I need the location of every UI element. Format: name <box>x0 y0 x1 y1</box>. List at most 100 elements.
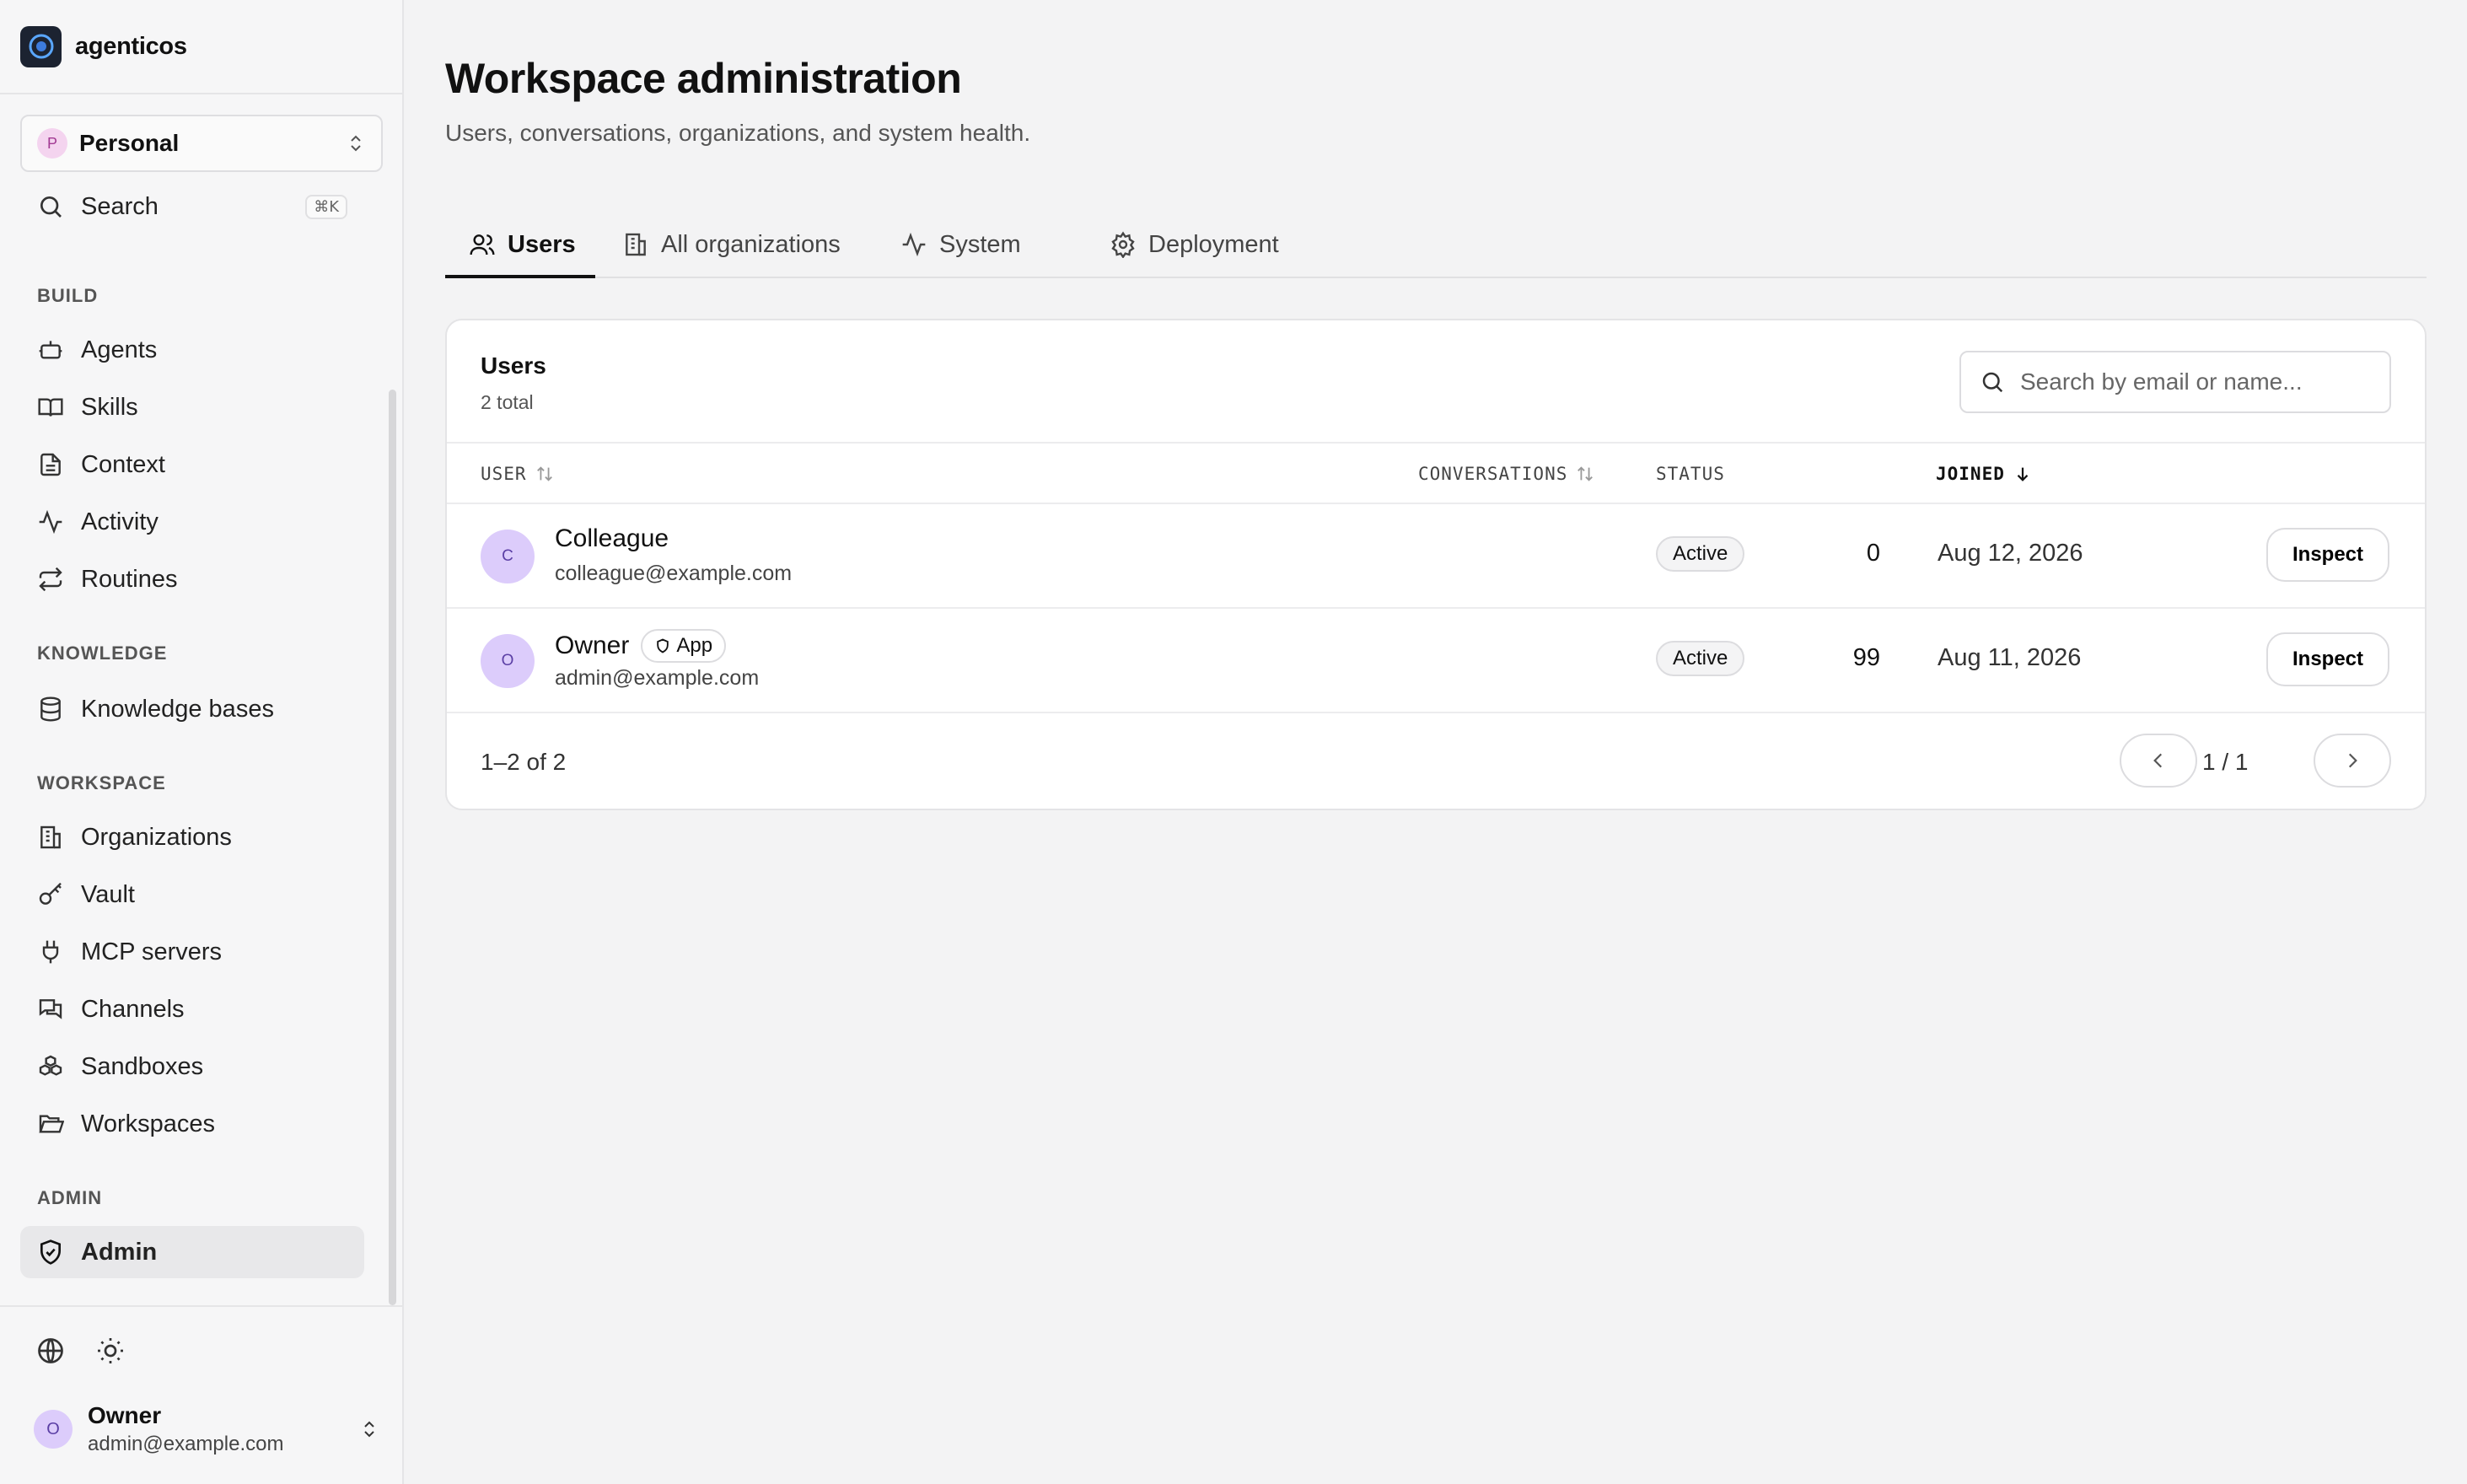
page-indicator: 1 / 1 <box>2202 749 2249 775</box>
joined-date: Aug 12, 2026 <box>1938 540 2083 567</box>
sidebar-item-admin[interactable]: Admin <box>20 1226 364 1278</box>
arrow-down-icon <box>2017 467 2029 481</box>
column-label: USER <box>481 464 527 484</box>
sidebar-item-label: Channels <box>81 995 185 1023</box>
sidebar-item-vault[interactable]: Vault <box>20 868 364 921</box>
tab-label: System <box>939 230 1021 258</box>
previous-page-button[interactable] <box>2120 734 2197 788</box>
user-name-text: Owner <box>555 632 630 659</box>
theme-toggle-button[interactable] <box>95 1336 126 1366</box>
tab-label: All organizations <box>661 230 841 258</box>
sidebar-scrollbar[interactable] <box>389 390 396 1305</box>
column-status: STATUS <box>1656 444 1725 504</box>
shield-icon <box>657 638 669 653</box>
divider <box>0 1305 402 1307</box>
inspect-button[interactable]: Inspect <box>2266 528 2389 582</box>
sidebar-item-sandboxes[interactable]: Sandboxes <box>20 1040 364 1093</box>
column-conversations[interactable]: CONVERSATIONS <box>1418 444 1594 504</box>
sidebar-item-skills[interactable]: Skills <box>20 381 364 433</box>
globe-icon <box>38 1338 63 1363</box>
section-admin: ADMIN <box>37 1187 103 1208</box>
sun-icon <box>98 1338 123 1363</box>
sidebar-item-routines[interactable]: Routines <box>20 553 364 605</box>
building-icon <box>626 233 646 256</box>
app-name: agenticos <box>75 32 187 60</box>
tab-users[interactable]: Users <box>469 211 576 278</box>
sidebar-item-label: Admin <box>81 1238 158 1266</box>
workspace-name: Personal <box>79 130 180 156</box>
tab-system[interactable]: System <box>900 211 1021 278</box>
app-badge: App <box>641 629 727 663</box>
column-user[interactable]: USER <box>481 444 554 504</box>
user-name: Colleague <box>555 524 669 553</box>
status-badge: Active <box>1656 536 1745 572</box>
sidebar: agenticos P Personal Search ⌘K BUILD Age… <box>0 0 404 1484</box>
chevron-left-icon <box>2153 753 2163 768</box>
users-icon <box>470 234 495 255</box>
user-name-text: Colleague <box>555 524 669 552</box>
chevron-right-icon <box>2348 753 2357 768</box>
sidebar-item-label: MCP servers <box>81 938 223 965</box>
pagination-range: 1–2 of 2 <box>481 749 567 775</box>
user-email: admin@example.com <box>555 666 760 690</box>
search-icon <box>1982 372 2003 393</box>
user-menu[interactable]: O Owner admin@example.com <box>34 1400 379 1459</box>
app-logo-icon <box>20 25 62 67</box>
next-page-button[interactable] <box>2314 734 2391 788</box>
inspect-button[interactable]: Inspect <box>2266 632 2389 686</box>
sidebar-item-activity[interactable]: Activity <box>20 496 364 548</box>
search-button[interactable]: Search ⌘K <box>20 180 364 233</box>
sidebar-item-knowledge-bases[interactable]: Knowledge bases <box>20 683 364 735</box>
bot-icon <box>39 341 62 359</box>
messages-icon <box>39 999 62 1019</box>
sidebar-item-context[interactable]: Context <box>20 438 364 491</box>
sort-icon <box>1577 466 1594 481</box>
sidebar-item-label: Knowledge bases <box>81 695 274 723</box>
main-content: Workspace administration Users, conversa… <box>405 0 2467 1484</box>
active-tab-indicator <box>445 275 595 278</box>
card-title: Users <box>481 352 546 379</box>
sidebar-item-organizations[interactable]: Organizations <box>20 811 364 863</box>
chevron-up-down-icon <box>364 1421 374 1438</box>
search-icon <box>40 196 62 218</box>
app-badge-label: App <box>676 634 713 657</box>
users-count: 2 total <box>481 391 534 413</box>
section-build: BUILD <box>37 285 99 306</box>
status-badge: Active <box>1656 641 1745 676</box>
activity-icon <box>902 232 926 257</box>
user-search[interactable] <box>1959 351 2391 413</box>
file-text-icon <box>40 453 61 476</box>
user-email: admin@example.com <box>88 1433 284 1455</box>
sort-icon <box>536 466 552 481</box>
sidebar-item-channels[interactable]: Channels <box>20 983 364 1035</box>
building-icon <box>40 825 61 849</box>
database-icon <box>40 696 61 722</box>
search-input[interactable] <box>2020 368 2374 395</box>
column-joined[interactable]: JOINED <box>1936 444 2032 504</box>
sidebar-item-label: Context <box>81 450 165 478</box>
tab-deployment[interactable]: Deployment <box>1110 211 1279 278</box>
page-title: Workspace administration <box>445 55 962 102</box>
sidebar-item-label: Sandboxes <box>81 1052 204 1080</box>
sidebar-item-label: Workspaces <box>81 1110 216 1137</box>
users-card: Users 2 total USER CONVERSATIONS STATUS … <box>445 319 2427 810</box>
brand[interactable]: agenticos <box>20 25 187 67</box>
sidebar-item-workspaces[interactable]: Workspaces <box>20 1098 364 1150</box>
sidebar-item-agents[interactable]: Agents <box>20 324 364 376</box>
tab-label: Deployment <box>1148 230 1279 258</box>
key-icon <box>39 882 62 905</box>
joined-date: Aug 11, 2026 <box>1938 644 2082 671</box>
search-label: Search <box>81 192 159 220</box>
admin-tabs: Users All organizations System Deploymen… <box>445 211 2427 278</box>
avatar: O <box>481 634 535 688</box>
table-row: C Colleague colleague@example.com 0 Acti… <box>447 504 2425 609</box>
user-name: Owner <box>88 1402 162 1428</box>
divider <box>0 93 402 94</box>
table-header: USER CONVERSATIONS STATUS JOINED <box>447 442 2425 504</box>
section-knowledge: KNOWLEDGE <box>37 643 168 664</box>
workspace-switcher[interactable]: P Personal <box>20 115 383 172</box>
tab-label: Users <box>508 230 576 258</box>
sidebar-item-mcp-servers[interactable]: MCP servers <box>20 926 364 978</box>
tab-all-organizations[interactable]: All organizations <box>622 211 841 278</box>
language-button[interactable] <box>35 1336 66 1366</box>
